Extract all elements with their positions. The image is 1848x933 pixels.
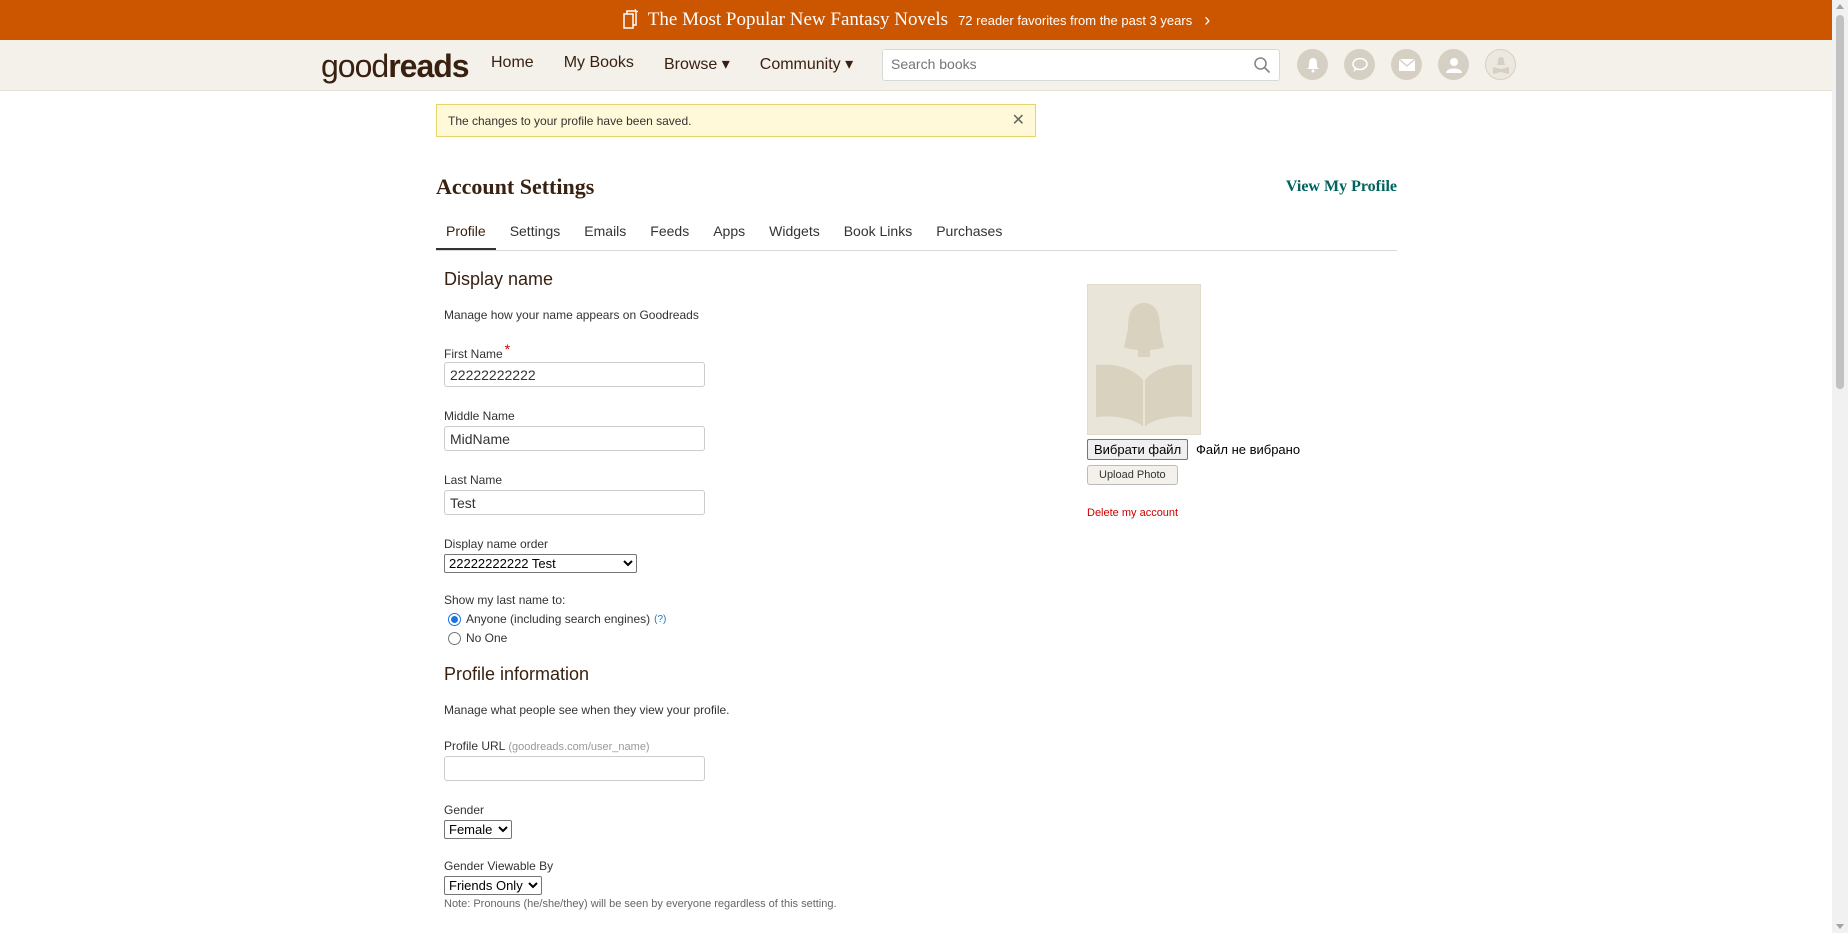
scroll-down-icon[interactable]	[1836, 924, 1844, 929]
discussion-icon[interactable]	[1344, 49, 1375, 80]
promo-banner[interactable]: The Most Popular New Fantasy Novels 72 r…	[0, 0, 1832, 40]
first-name-label-text: First Name	[444, 347, 503, 361]
book-icon	[623, 9, 638, 29]
tab-profile[interactable]: Profile	[436, 216, 496, 250]
avatar[interactable]	[1485, 49, 1516, 80]
radio-anyone-row[interactable]: Anyone (including search engines) (?)	[448, 612, 666, 626]
last-name-field[interactable]	[444, 490, 705, 515]
radio-noone-label[interactable]: No One	[466, 631, 507, 645]
radio-anyone[interactable]	[448, 612, 461, 626]
scrollbar[interactable]	[1832, 0, 1848, 933]
profile-info-desc: Manage what people see when they view yo…	[444, 703, 730, 717]
no-file-text: Файл не вибрано	[1196, 442, 1301, 457]
header-icons	[1297, 49, 1516, 80]
radio-noone-row[interactable]: No One	[448, 631, 507, 645]
radio-noone[interactable]	[448, 631, 461, 645]
profile-url-label: Profile URL (goodreads.com/user_name)	[444, 739, 650, 753]
scroll-up-icon[interactable]	[1836, 4, 1844, 9]
tab-purchases[interactable]: Purchases	[926, 216, 1012, 249]
settings-tabs: Profile Settings Emails Feeds Apps Widge…	[436, 216, 1397, 251]
profile-url-hint: (goodreads.com/user_name)	[508, 741, 650, 753]
logo-bold: reads	[388, 48, 469, 84]
promo-title[interactable]: The Most Popular New Fantasy Novels	[648, 9, 948, 31]
tab-widgets[interactable]: Widgets	[759, 216, 830, 249]
delete-account-link[interactable]: Delete my account	[1087, 507, 1178, 519]
radio-anyone-label[interactable]: Anyone (including search engines)	[466, 612, 650, 626]
scrollbar-thumb[interactable]	[1836, 15, 1844, 389]
tab-emails[interactable]: Emails	[574, 216, 636, 249]
upload-photo-button[interactable]: Upload Photo	[1087, 465, 1178, 485]
first-name-label: First Name *	[444, 341, 510, 361]
reader-placeholder-icon	[1096, 303, 1192, 427]
promo-subtitle[interactable]: 72 reader favorites from the past 3 year…	[958, 13, 1192, 28]
show-last-name-label: Show my last name to:	[444, 593, 566, 607]
view-profile-link[interactable]: View My Profile	[1286, 178, 1397, 196]
page: The Most Popular New Fantasy Novels 72 r…	[0, 0, 1832, 933]
nav-my-books[interactable]: My Books	[564, 54, 634, 74]
page-title: Account Settings	[436, 174, 595, 199]
tab-feeds[interactable]: Feeds	[640, 216, 699, 249]
first-name-field[interactable]	[444, 362, 705, 387]
profile-url-field[interactable]	[444, 756, 705, 781]
display-name-desc: Manage how your name appears on Goodread…	[444, 308, 699, 322]
last-name-label: Last Name	[444, 473, 503, 487]
nav-community[interactable]: Community ▾	[760, 54, 853, 74]
tab-apps[interactable]: Apps	[703, 216, 755, 249]
friends-icon[interactable]	[1438, 49, 1469, 80]
middle-name-field[interactable]	[444, 426, 705, 451]
gender-select[interactable]: Female	[444, 820, 512, 839]
close-icon[interactable]: ✕	[1012, 110, 1025, 130]
bell-icon[interactable]	[1297, 49, 1328, 80]
profile-info-heading: Profile information	[444, 664, 590, 684]
help-link[interactable]: (?)	[654, 614, 666, 625]
display-name-heading: Display name	[444, 269, 554, 289]
saved-alert: The changes to your profile have been sa…	[436, 104, 1036, 137]
main-nav: Home My Books Browse ▾ Community ▾	[491, 54, 853, 74]
nav-home[interactable]: Home	[491, 54, 534, 74]
profile-url-label-text: Profile URL	[444, 739, 506, 753]
choose-file-button[interactable]: Вибрати файл	[1087, 439, 1189, 460]
display-order-label: Display name order	[444, 537, 549, 551]
required-mark: *	[504, 341, 511, 357]
display-order-select[interactable]: 22222222222 Test	[444, 554, 637, 573]
middle-name-label: Middle Name	[444, 409, 515, 423]
gender-label: Gender	[444, 803, 485, 817]
goodreads-logo[interactable]: goodreads	[321, 48, 470, 85]
chevron-right-icon[interactable]: ›	[1204, 10, 1210, 31]
tab-book-links[interactable]: Book Links	[834, 216, 922, 249]
pronoun-note: Note: Pronouns (he/she/they) will be see…	[444, 898, 837, 910]
mail-icon[interactable]	[1391, 49, 1422, 80]
search-icon[interactable]	[1253, 56, 1271, 74]
tab-settings[interactable]: Settings	[500, 216, 571, 249]
gender-viewable-label: Gender Viewable By	[444, 859, 554, 873]
logo-light: good	[321, 48, 389, 84]
alert-message: The changes to your profile have been sa…	[448, 114, 692, 128]
site-header: goodreads Home My Books Browse ▾ Communi…	[0, 40, 1832, 91]
search-input[interactable]	[883, 50, 1251, 78]
nav-browse[interactable]: Browse ▾	[664, 54, 730, 74]
search-box	[882, 49, 1280, 81]
profile-photo	[1087, 284, 1201, 435]
gender-viewable-select[interactable]: Friends Only	[444, 876, 542, 895]
